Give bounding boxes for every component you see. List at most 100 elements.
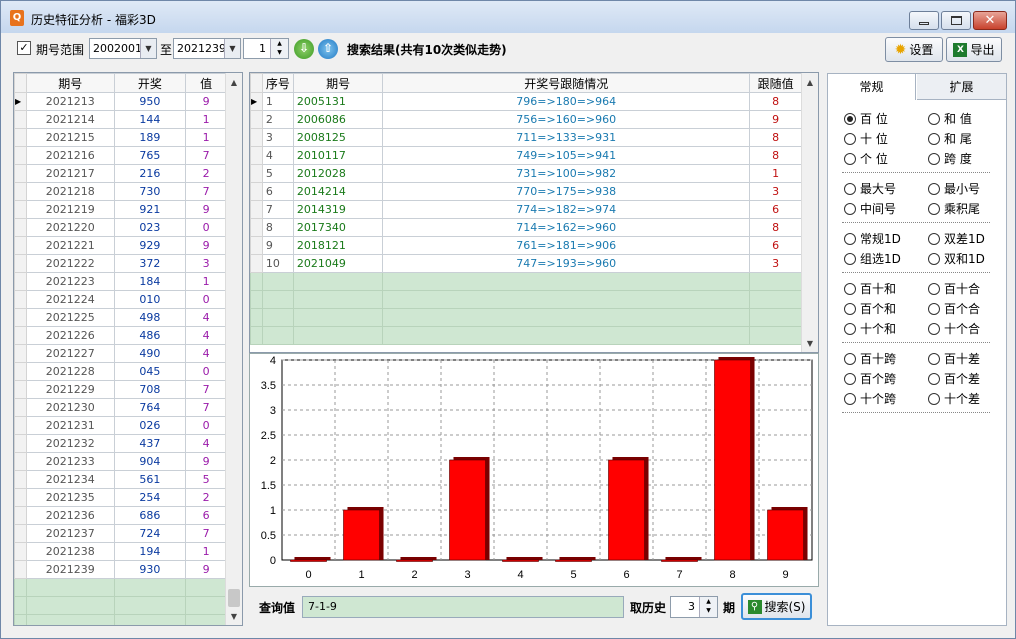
radio-icon[interactable] — [928, 112, 940, 125]
next-arrow-button[interactable]: ⇩ — [294, 39, 314, 59]
row-indicator[interactable] — [250, 236, 263, 255]
radio-option[interactable]: 百个和 — [844, 300, 896, 317]
table-row[interactable]: ▶ 1 2005131 796=>180=>964 8 — [250, 92, 802, 111]
table-row[interactable]: 2021228 045 0 — [14, 362, 227, 381]
scroll-down-icon[interactable]: ▼ — [802, 335, 818, 352]
radio-icon[interactable] — [928, 232, 940, 245]
col-header-value[interactable]: 值 — [185, 73, 227, 93]
table-row[interactable]: 5 2012028 731=>100=>982 1 — [250, 164, 802, 183]
export-button[interactable]: X 导出 — [946, 37, 1002, 62]
radio-icon[interactable] — [844, 182, 856, 195]
from-period-select[interactable]: 2002001 ▼ — [89, 38, 157, 59]
table-row[interactable]: 2021233 904 9 — [14, 452, 227, 471]
search-button[interactable]: ⚲ 搜索(S) — [741, 593, 812, 620]
radio-option[interactable]: 乘积尾 — [928, 200, 980, 217]
row-indicator[interactable] — [250, 182, 263, 201]
table-row[interactable]: 9 2018121 761=>181=>906 6 — [250, 236, 802, 255]
radio-option[interactable]: 百个跨 — [844, 370, 896, 387]
table-row[interactable]: 2021219 921 9 — [14, 200, 227, 219]
row-indicator[interactable] — [14, 362, 27, 381]
table-row[interactable]: 10 2021049 747=>193=>960 3 — [250, 254, 802, 273]
table-row[interactable]: 2021227 490 4 — [14, 344, 227, 363]
table-row[interactable]: 2021225 498 4 — [14, 308, 227, 327]
radio-option[interactable]: 十个合 — [928, 320, 980, 337]
table-row[interactable]: 2021236 686 6 — [14, 506, 227, 525]
radio-option[interactable]: 双和1D — [928, 250, 985, 267]
row-indicator[interactable] — [14, 236, 27, 255]
table-row[interactable]: 2 2006086 756=>160=>960 9 — [250, 110, 802, 129]
row-indicator[interactable] — [250, 164, 263, 183]
table-row[interactable]: 2021215 189 1 — [14, 128, 227, 147]
row-indicator[interactable] — [14, 308, 27, 327]
table-row[interactable]: 2021224 010 0 — [14, 290, 227, 309]
radio-option[interactable]: 最大号 — [844, 180, 896, 197]
maximize-button[interactable] — [941, 11, 971, 30]
radio-option[interactable]: 中间号 — [844, 200, 896, 217]
scroll-down-icon[interactable]: ▼ — [226, 608, 242, 625]
row-pointer-icon[interactable]: ▶ — [14, 92, 27, 111]
table-row[interactable]: 2021214 144 1 — [14, 110, 227, 129]
radio-option[interactable]: 和 值 — [928, 110, 972, 127]
radio-icon[interactable] — [844, 352, 856, 365]
radio-option[interactable]: 百个合 — [928, 300, 980, 317]
table-row[interactable]: 2021217 216 2 — [14, 164, 227, 183]
row-indicator[interactable] — [14, 560, 27, 579]
radio-option[interactable]: 十个和 — [844, 320, 896, 337]
prev-arrow-button[interactable]: ⇧ — [318, 39, 338, 59]
col-header-period[interactable]: 期号 — [25, 73, 115, 93]
radio-icon[interactable] — [844, 252, 856, 265]
row-indicator[interactable] — [14, 542, 27, 561]
col-header-period[interactable]: 期号 — [292, 73, 384, 93]
table-row[interactable]: 2021226 486 4 — [14, 326, 227, 345]
query-input[interactable]: 7-1-9 — [302, 596, 624, 618]
table-row[interactable]: 2021220 023 0 — [14, 218, 227, 237]
radio-icon[interactable] — [928, 322, 940, 335]
radio-icon[interactable] — [844, 132, 856, 145]
row-pointer-icon[interactable]: ▶ — [250, 92, 263, 111]
table-row[interactable]: 7 2014319 774=>182=>974 6 — [250, 200, 802, 219]
history-scrollbar[interactable]: ▲ ▼ — [225, 73, 242, 625]
table-row[interactable]: 2021216 765 7 — [14, 146, 227, 165]
row-indicator[interactable] — [14, 218, 27, 237]
table-row[interactable]: 8 2017340 714=>162=>960 8 — [250, 218, 802, 237]
radio-icon[interactable] — [928, 282, 940, 295]
col-header-follow-value[interactable]: 跟随值 — [749, 73, 802, 93]
radio-option[interactable]: 十个差 — [928, 390, 980, 407]
row-indicator[interactable] — [14, 272, 27, 291]
row-indicator[interactable] — [14, 524, 27, 543]
radio-icon[interactable] — [928, 202, 940, 215]
radio-icon[interactable] — [928, 352, 940, 365]
radio-icon[interactable] — [928, 252, 940, 265]
tab-extended[interactable]: 扩展 — [917, 74, 1006, 100]
row-indicator[interactable] — [14, 110, 27, 129]
radio-icon[interactable] — [928, 152, 940, 165]
step-spinner[interactable]: 1 ▲ ▼ — [243, 38, 289, 59]
table-row[interactable]: 2021223 184 1 — [14, 272, 227, 291]
row-indicator[interactable] — [14, 254, 27, 273]
table-row[interactable]: 2021221 929 9 — [14, 236, 227, 255]
table-row[interactable]: 2021229 708 7 — [14, 380, 227, 399]
result-scrollbar[interactable]: ▲ ▼ — [801, 73, 818, 352]
radio-icon[interactable] — [844, 282, 856, 295]
radio-option[interactable]: 十个跨 — [844, 390, 896, 407]
radio-option[interactable]: 百十跨 — [844, 350, 896, 367]
radio-icon[interactable] — [844, 372, 856, 385]
spinner-arrows-icon[interactable]: ▲ ▼ — [270, 39, 288, 58]
row-indicator[interactable] — [14, 164, 27, 183]
radio-option[interactable]: 组选1D — [844, 250, 901, 267]
row-indicator[interactable] — [14, 398, 27, 417]
table-row[interactable]: 6 2014214 770=>175=>938 3 — [250, 182, 802, 201]
history-spinner[interactable]: 3 ▲ ▼ — [670, 596, 718, 618]
scroll-up-icon[interactable]: ▲ — [226, 74, 242, 91]
row-indicator[interactable] — [14, 488, 27, 507]
row-indicator[interactable] — [250, 110, 263, 129]
range-checkbox[interactable]: ✓ — [17, 41, 31, 55]
radio-selected-icon[interactable] — [844, 112, 856, 125]
radio-icon[interactable] — [928, 372, 940, 385]
spinner-arrows-icon[interactable]: ▲ ▼ — [699, 597, 717, 617]
settings-button[interactable]: ✹ 设置 — [885, 37, 943, 62]
scroll-thumb[interactable] — [228, 589, 240, 607]
radio-option[interactable]: 十 位 — [844, 130, 888, 147]
row-indicator[interactable] — [250, 128, 263, 147]
row-indicator[interactable] — [250, 254, 263, 273]
